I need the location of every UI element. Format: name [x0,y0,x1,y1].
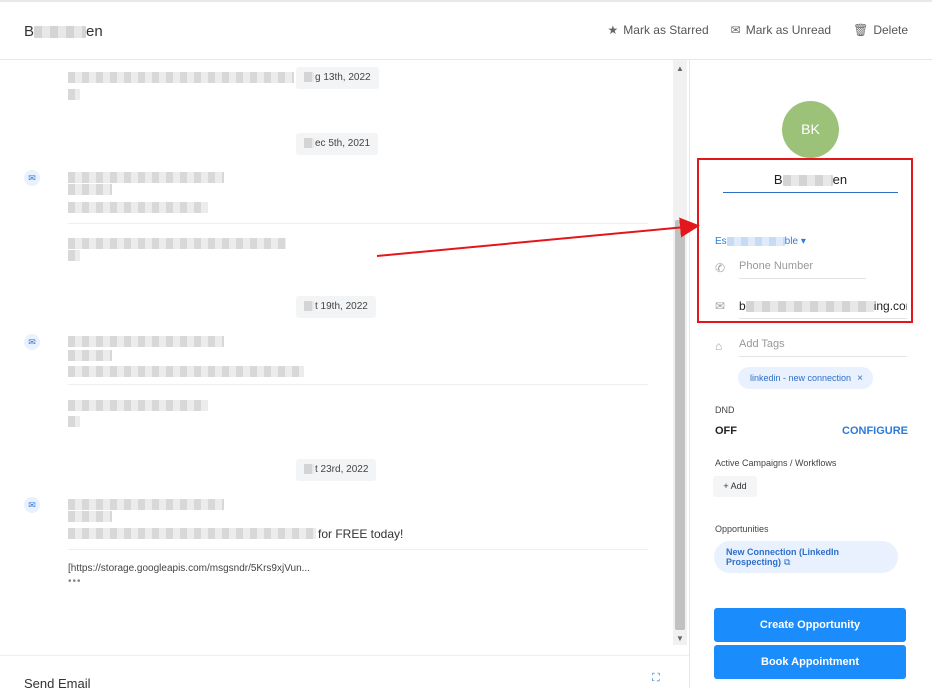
external-link-icon[interactable]: ⧉ [784,557,790,567]
email-message-icon: ✉ [24,170,40,186]
redacted-message-line [68,336,224,347]
date-separator: t 23rd, 2022 [296,459,377,481]
star-icon: ★ [607,23,619,37]
plus-icon: + [723,481,729,491]
message-divider [68,223,648,224]
redacted-message-line [68,350,112,361]
redacted-message-line [68,366,304,377]
conversation-scrollbar[interactable]: ▲ ▼ [673,60,687,645]
mark-starred-button[interactable]: ★ Mark as Starred [608,23,709,37]
redacted-message-line [68,72,294,83]
header-actions: ★ Mark as Starred ✉ Mark as Unread 🗑 Del… [608,23,908,37]
conversation-header: Ben ★ Mark as Starred ✉ Mark as Unread 🗑… [0,2,932,60]
message-text: for FREE today! [318,527,404,541]
scroll-down-arrow-icon[interactable]: ▼ [676,634,684,643]
date-separator: ec 5th, 2021 [296,133,379,155]
email-message-icon: ✉ [24,334,40,350]
redacted-message-line [68,172,224,183]
redacted-message-line [68,400,208,411]
contact-title: Ben [24,23,103,40]
avatar: BK [782,101,839,158]
message-divider [68,549,648,550]
add-label: Add [730,481,747,491]
create-opportunity-button[interactable]: Create Opportunity [714,608,906,642]
mark-unread-label: Mark as Unread [745,23,832,37]
send-email-tab[interactable]: Send Email [24,676,90,688]
date-separator: t 19th, 2022 [296,296,376,318]
redacted-date [304,301,314,312]
dnd-value: OFF [715,425,737,437]
envelope-icon: ✉ [730,23,741,37]
trash-icon: 🗑 [853,23,869,37]
book-appointment-button[interactable]: Book Appointment [714,645,906,679]
mark-starred-label: Mark as Starred [623,23,709,37]
opportunity-chip[interactable]: New Connection (LinkedIn Prospecting) ⧉ [714,541,898,573]
mark-unread-button[interactable]: ✉ Mark as Unread [731,23,831,37]
show-more-dots[interactable]: ••• [68,576,82,587]
scroll-up-arrow-icon[interactable]: ▲ [676,64,684,73]
highlight-box [697,158,913,323]
send-email-bar: Send Email ⛶ [0,655,689,688]
scroll-thumb[interactable] [675,220,685,630]
contact-name-prefix: B [24,23,35,40]
panel-divider [689,60,690,688]
redacted-message-line [68,499,224,510]
redacted-message-line [68,528,316,539]
tag-icon: ⌂ [715,339,723,353]
email-message-icon: ✉ [24,497,40,513]
redacted-name [34,26,87,39]
redacted-message-line [68,89,80,100]
redacted-date [304,464,314,475]
redacted-date [304,138,314,149]
tag-label: linkedin - new connection [750,373,852,383]
expand-icon[interactable]: ⛶ [652,672,664,684]
tag-chip[interactable]: linkedin - new connection × [738,367,873,389]
redacted-message-line [68,184,112,195]
redacted-message-line [68,238,286,249]
opportunity-label: New Connection (LinkedIn Prospecting) [726,547,840,567]
close-icon[interactable]: × [857,373,863,384]
conversation-thread[interactable]: g 13th, 2022 ec 5th, 2021 ✉ t 19th, 2022… [0,60,672,655]
campaigns-label: Active Campaigns / Workflows [715,458,837,468]
add-tags-field[interactable]: Add Tags [739,338,907,357]
redacted-message-line [68,416,80,427]
date-separator: g 13th, 2022 [296,67,379,89]
add-campaign-button[interactable]: + Add [713,476,757,497]
redacted-message-line [68,202,208,213]
delete-label: Delete [873,23,908,37]
message-link[interactable]: [https://storage.googleapis.com/msgsndr/… [68,563,310,574]
delete-button[interactable]: 🗑 Delete [853,23,908,37]
redacted-message-line [68,511,112,522]
redacted-message-line [68,250,80,261]
dnd-label: DND [715,405,735,415]
redacted-date [304,72,314,83]
opportunities-label: Opportunities [715,524,769,534]
configure-link[interactable]: CONFIGURE [842,425,908,437]
message-divider [68,384,648,385]
contact-name-suffix: en [86,23,103,40]
